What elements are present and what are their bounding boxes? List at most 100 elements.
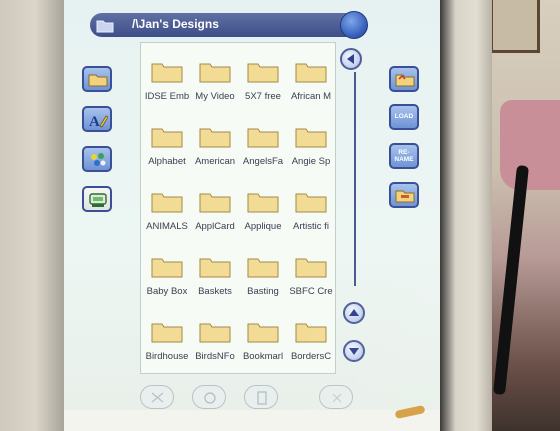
folder-icon [96,20,114,33]
folder-icon [151,258,183,278]
touch-screen: /\Jan's Designs A IDSE Emb My Video 5X7 … [64,0,440,410]
title-bar: /\Jan's Designs [90,13,358,37]
scissors-icon [151,392,164,403]
back-button[interactable] [340,48,362,70]
scrollbar-track[interactable] [354,72,356,286]
list-item[interactable]: American [191,118,239,182]
file-name: African M [290,91,332,102]
folder-icon [295,193,327,213]
open-folder-button[interactable] [389,66,419,92]
file-name: IDSE Emb [144,91,190,102]
list-item[interactable]: African M [287,53,335,117]
flower-design-icon [91,153,106,166]
folder-icon [88,74,108,87]
down-arrow-icon [349,348,359,355]
folder-button[interactable] [82,66,112,92]
folder-icon [199,258,231,278]
folder-icon [295,258,327,278]
list-item[interactable]: Applique [239,183,287,247]
file-name: American [194,156,236,167]
machine-bezel-right [440,0,492,431]
new-folder-button[interactable] [389,182,419,208]
load-button[interactable]: LOAD [389,104,419,130]
machine-transfer-button[interactable] [82,186,112,212]
file-name: SBFC Cre [289,286,333,297]
folder-icon [199,63,231,83]
folder-icon [151,193,183,213]
file-name: My Video [195,91,235,102]
folder-icon [247,63,279,83]
file-name: BirdsNFo [195,351,235,362]
list-item[interactable]: Angie Sp [287,118,335,182]
scroll-up-button[interactable] [343,302,365,324]
list-item[interactable]: BirdsNFo [191,313,239,377]
file-name: ApplCard [195,221,235,232]
list-item[interactable]: Baby Box [143,248,191,312]
list-item[interactable]: ApplCard [191,183,239,247]
list-item[interactable]: ANIMALS [143,183,191,247]
background-pillow [500,100,560,190]
file-name: Baby Box [146,286,188,297]
cut-button[interactable] [140,385,174,409]
up-arrow-icon [349,309,359,316]
file-name: BordersC [290,351,332,362]
list-item[interactable]: Baskets [191,248,239,312]
file-name: 5X7 free [245,91,281,102]
machine-bezel-left [0,0,64,431]
embroidery-design-button[interactable] [82,146,112,172]
file-name: Applique [244,221,282,232]
rename-button[interactable]: RE- NAME [389,143,419,169]
rename-button-label: RE- NAME [394,149,414,163]
list-item[interactable]: Basting [239,248,287,312]
copy-button[interactable] [192,385,226,409]
folder-open-icon [395,74,415,87]
file-name: Artistic fi [293,221,329,232]
list-item[interactable]: IDSE Emb [143,53,191,117]
folder-icon [151,323,183,343]
list-item[interactable]: Alphabet [143,118,191,182]
folder-icon [295,323,327,343]
background-picture-frame [490,0,540,53]
svg-text:A: A [89,114,100,129]
list-item[interactable]: Bookmarl [239,313,287,377]
list-item[interactable]: Birdhouse [143,313,191,377]
folder-icon [199,323,231,343]
file-name: Alphabet [148,156,186,167]
load-button-label: LOAD [394,113,414,120]
machine-bottom-strip [64,410,440,431]
copy-icon [204,392,216,404]
folder-icon [247,323,279,343]
text-edit-button[interactable]: A [82,106,112,132]
file-name: Basting [247,286,279,297]
folder-icon [199,193,231,213]
letter-a-pencil-icon: A [89,114,108,129]
folder-icon [247,128,279,148]
list-item[interactable]: AngelsFa [239,118,287,182]
scroll-down-button[interactable] [343,340,365,362]
file-browser-panel: IDSE Emb My Video 5X7 free African M Alp… [140,42,336,374]
folder-icon [247,258,279,278]
window-title: /\Jan's Designs [132,17,219,31]
trash-icon [332,393,342,403]
list-item[interactable]: BordersC [287,313,335,377]
computer-transfer-icon [89,193,107,207]
file-name: Birdhouse [145,351,189,362]
folder-icon [151,128,183,148]
file-name: Baskets [198,286,232,297]
delete-button[interactable] [319,385,353,409]
folder-icon [295,63,327,83]
file-name: AngelsFa [242,156,284,167]
folder-icon [295,128,327,148]
list-item[interactable]: My Video [191,53,239,117]
list-item[interactable]: SBFC Cre [287,248,335,312]
folder-icon [199,128,231,148]
paste-button[interactable] [244,385,278,409]
title-knob-button[interactable] [340,11,368,39]
list-item[interactable]: Artistic fi [287,183,335,247]
folder-icon [151,63,183,83]
list-item[interactable]: 5X7 free [239,53,287,117]
file-name: Angie Sp [291,156,331,167]
file-name: Bookmarl [242,351,284,362]
clipboard-icon [257,391,267,405]
folder-icon [247,193,279,213]
